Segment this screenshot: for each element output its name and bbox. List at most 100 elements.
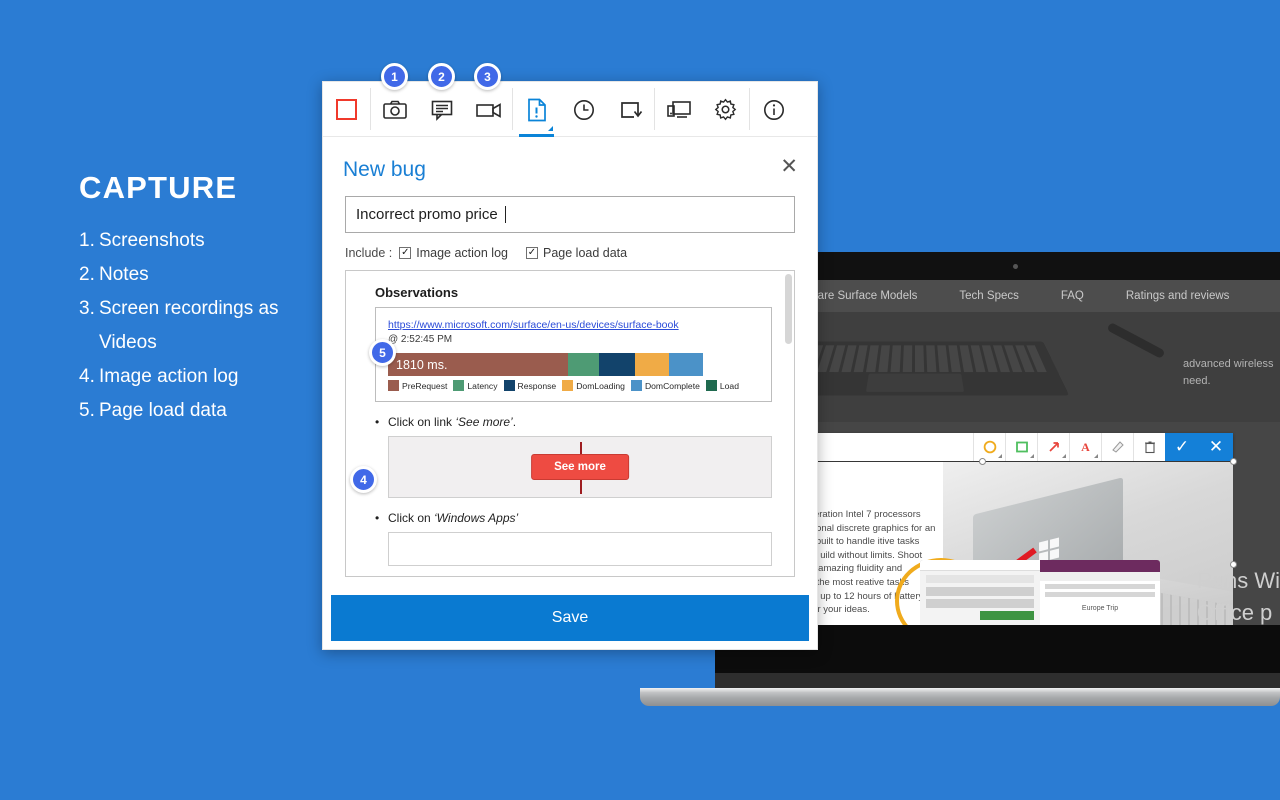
delete-tool[interactable]: [1133, 433, 1165, 461]
timeline-segment-domloading: [635, 353, 670, 376]
legend-swatch: [705, 380, 717, 391]
keyboard-keys: [780, 345, 1050, 373]
legend-swatch: [453, 380, 465, 391]
step-suffix: .: [512, 415, 517, 429]
settings-button[interactable]: [702, 82, 749, 137]
accept-annotation-button[interactable]: ✓: [1165, 433, 1199, 461]
checkbox-icon[interactable]: ✓: [526, 247, 538, 259]
chevron-down-icon: [1058, 454, 1066, 458]
resize-handle[interactable]: [1230, 458, 1237, 465]
legend-label: DomLoading: [576, 380, 625, 391]
chevron-expand-icon: [548, 126, 553, 131]
footer-subtitle: Office p: [1196, 600, 1273, 625]
list-item-number: 2.: [79, 264, 95, 285]
bug-report-icon: [527, 98, 546, 121]
list-item-label: Image action log: [99, 366, 239, 387]
record-video-button[interactable]: [465, 82, 512, 137]
resize-handle[interactable]: [979, 458, 986, 465]
timeline-segment-latency: [568, 353, 599, 376]
background-side-copy: advanced wireless need.: [1183, 358, 1274, 387]
image-action-log-option[interactable]: ✓ Image action log: [399, 246, 508, 260]
close-icon[interactable]: ✕: [780, 156, 798, 177]
list-item-number: 1.: [79, 230, 95, 251]
dialog-header: New bug ✕: [323, 137, 817, 182]
page-load-legend: PreRequest Latency Response DomLoading DomCo…: [388, 380, 759, 391]
info-button[interactable]: [750, 82, 797, 137]
repeat-button[interactable]: [607, 82, 654, 137]
device-button[interactable]: [655, 82, 702, 137]
stylus-pen-illustration: [1106, 321, 1166, 360]
list-item-label: Page load data: [99, 400, 227, 421]
list-item-number: 3.: [79, 298, 95, 319]
screenshot-button[interactable]: [371, 82, 418, 137]
feature-list: 1. Screenshots 2. Notes 3. Screen record…: [79, 224, 319, 428]
action-step-screenshot[interactable]: See more: [388, 436, 772, 498]
dialog-title: New bug: [343, 158, 426, 181]
legend-item: DomLoading: [562, 380, 625, 391]
capture-feature-panel: CAPTURE 1. Screenshots 2. Notes 3. Scree…: [0, 0, 330, 800]
legend-item: DomComplete: [630, 380, 700, 391]
laptop-base: [640, 688, 1280, 706]
callout-badge-4: 4: [350, 466, 377, 493]
include-label: Include :: [345, 246, 393, 260]
save-button[interactable]: Save: [331, 595, 809, 641]
gear-icon: [714, 98, 737, 121]
list-item: 2. Notes: [79, 258, 319, 292]
callout-badge-2: 2: [428, 63, 455, 90]
nav-item[interactable]: FAQ: [1061, 290, 1084, 302]
content-scrollbar[interactable]: [785, 274, 792, 344]
bug-content-panel: Observations https://www.microsoft.com/s…: [345, 270, 795, 577]
page-title: CAPTURE: [79, 170, 238, 205]
page-load-data-option[interactable]: ✓ Page load data: [526, 246, 627, 260]
ellipse-tool[interactable]: [973, 433, 1005, 461]
chevron-down-icon: [1090, 454, 1098, 458]
background-footer-copy: Runs Wi Office p: [1197, 565, 1280, 629]
device-icon: [666, 100, 691, 118]
observations-heading: Observations: [375, 285, 459, 300]
webcam-icon: [1013, 264, 1018, 269]
nav-item[interactable]: Ratings and reviews: [1126, 290, 1230, 302]
legend-item: PreRequest: [388, 380, 447, 391]
bug-content-scroll-area[interactable]: Observations https://www.microsoft.com/s…: [346, 271, 794, 576]
list-item: 5. Page load data: [79, 394, 319, 428]
camera-icon: [382, 100, 407, 119]
checkbox-icon[interactable]: ✓: [399, 247, 412, 259]
thumbnail-strip: Europe Trip: [920, 560, 1160, 628]
repeat-arrow-icon: [620, 101, 642, 118]
include-options-row: Include : ✓ Image action log ✓ Page load…: [345, 246, 795, 260]
info-circle-icon: [763, 99, 784, 120]
list-item-number: 4.: [79, 366, 95, 387]
nav-item[interactable]: Tech Specs: [959, 290, 1018, 302]
capture-toolbar: [323, 82, 817, 137]
bug-title-value: Incorrect promo price: [356, 206, 498, 223]
text-tool[interactable]: A: [1069, 433, 1101, 461]
observation-url-link[interactable]: https://www.microsoft.com/surface/en-us/…: [388, 319, 759, 331]
legend-label: Load: [719, 380, 739, 391]
arrow-tool[interactable]: [1037, 433, 1069, 461]
timeline-segment-domcomplete: [669, 353, 703, 376]
new-bug-button[interactable]: [513, 82, 560, 137]
checkbox-label: Image action log: [416, 246, 508, 260]
note-button[interactable]: [418, 82, 465, 137]
cancel-annotation-button[interactable]: ✕: [1199, 433, 1233, 461]
rectangle-tool[interactable]: [1005, 433, 1037, 461]
legend-label: Response: [517, 380, 557, 391]
action-step-screenshot[interactable]: [388, 532, 772, 566]
history-button[interactable]: [560, 82, 607, 137]
blur-tool[interactable]: [1101, 433, 1133, 461]
thumbnail-doc-title: Europe Trip: [1081, 605, 1119, 612]
trackpad: [865, 373, 965, 392]
stop-recording-button[interactable]: [323, 82, 370, 137]
see-more-button[interactable]: See more: [531, 454, 629, 480]
checkbox-label: Page load data: [543, 246, 628, 260]
observation-timestamp: @ 2:52:45 PM: [388, 334, 453, 345]
step-target: ‘Windows Apps’: [434, 511, 519, 525]
step-prefix: Click on link: [388, 415, 456, 429]
video-camera-icon: [475, 102, 501, 118]
list-item-number: 5.: [79, 400, 95, 421]
text-caret: [504, 206, 506, 223]
legend-label: PreRequest: [402, 380, 448, 391]
step-prefix: Click on: [388, 511, 435, 525]
red-square-icon: [336, 99, 357, 120]
bug-title-input[interactable]: Incorrect promo price: [345, 196, 795, 233]
